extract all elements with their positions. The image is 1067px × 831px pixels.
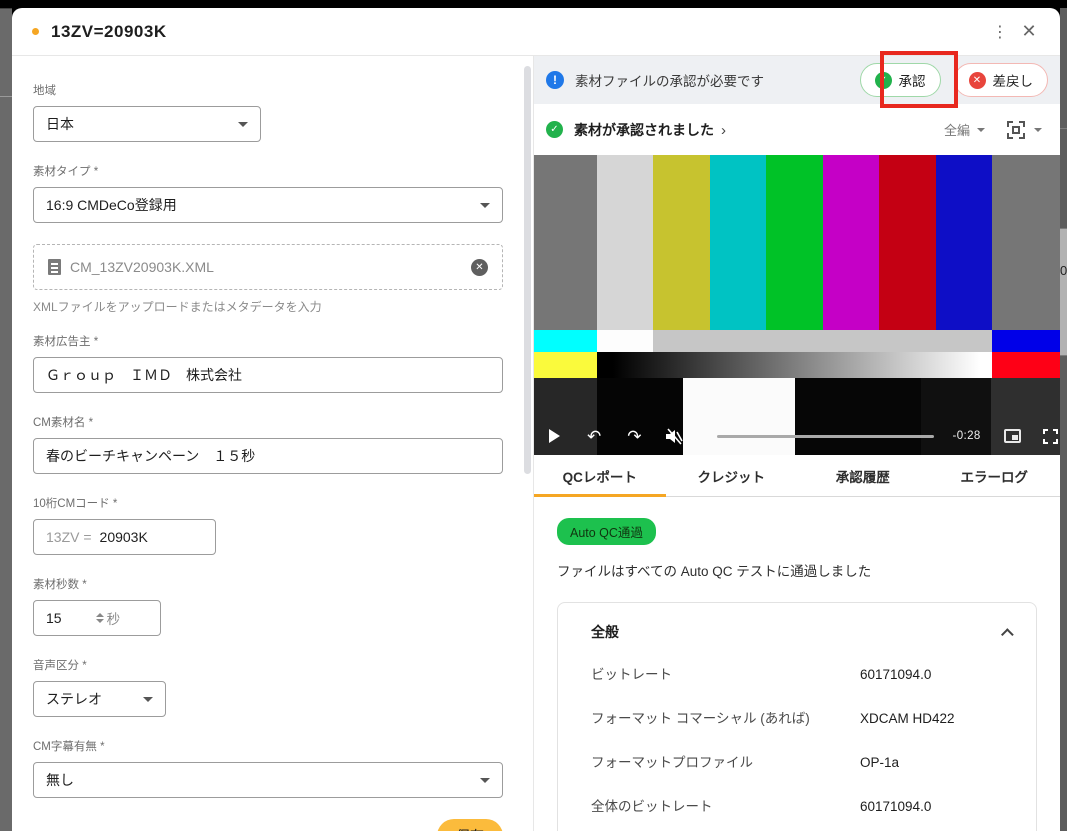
tab-qc-report[interactable]: QCレポート bbox=[534, 455, 666, 496]
approval-notice: 素材ファイルの承認が必要です bbox=[575, 70, 764, 90]
chevron-right-icon: › bbox=[721, 122, 726, 139]
uploaded-file-name: CM_13ZV20903K.XML bbox=[70, 259, 214, 275]
cm-name-label: CM素材名 * bbox=[33, 414, 503, 430]
detail-tabs: QCレポート クレジット 承認履歴 エラーログ bbox=[534, 455, 1060, 497]
info-icon: ! bbox=[546, 71, 564, 89]
tab-credits[interactable]: クレジット bbox=[666, 455, 798, 496]
reject-button[interactable]: ✕ 差戻し bbox=[954, 63, 1049, 97]
collapse-icon[interactable] bbox=[1001, 628, 1014, 641]
audio-type-label: 音声区分 * bbox=[33, 657, 503, 673]
approved-status-row: ✓ 素材が承認されました› 全編 bbox=[534, 104, 1060, 155]
cross-circle-icon: ✕ bbox=[969, 72, 986, 89]
xml-file-dropzone[interactable]: CM_13ZV20903K.XML ✕ bbox=[33, 244, 503, 290]
chevron-down-icon bbox=[143, 697, 153, 702]
undo-icon[interactable]: ↶ bbox=[587, 428, 601, 445]
check-circle-icon: ✓ bbox=[875, 72, 892, 89]
approve-button[interactable]: ✓ 承認 bbox=[860, 63, 941, 97]
stepper-arrows-icon[interactable] bbox=[96, 613, 104, 623]
subtitles-select[interactable]: 無し bbox=[33, 762, 503, 798]
chevron-down-icon bbox=[1034, 128, 1042, 132]
time-remaining: -0:28 bbox=[953, 430, 981, 442]
more-options-icon[interactable]: ⋮ bbox=[986, 22, 1014, 42]
metadata-form-panel: 地域 日本 素材タイプ * 16:9 CMDeCo登録用 CM_13ZV2090… bbox=[12, 56, 533, 831]
qc-pass-badge: Auto QC通過 bbox=[557, 518, 656, 545]
table-row: フォーマットプロファイル OP-1a bbox=[580, 753, 1014, 774]
duration-stepper[interactable]: 15 秒 bbox=[33, 600, 161, 636]
qc-pass-message: ファイルはすべての Auto QC テストに通過しました bbox=[557, 560, 1037, 580]
chevron-down-icon bbox=[480, 778, 490, 783]
dialog-header: 13ZV=20903K ⋮ ✕ bbox=[12, 8, 1060, 56]
table-row: 全体のビットレート 60171094.0 bbox=[580, 797, 1014, 818]
duration-label: 素材秒数 * bbox=[33, 576, 503, 592]
duration-unit: 秒 bbox=[107, 608, 121, 628]
approved-status-link[interactable]: 素材が承認されました› bbox=[574, 120, 726, 140]
advertiser-label: 素材広告主 * bbox=[33, 333, 503, 349]
tab-error-log[interactable]: エラーログ bbox=[929, 455, 1061, 496]
material-type-select[interactable]: 16:9 CMDeCo登録用 bbox=[33, 187, 503, 223]
preview-panel: ! 素材ファイルの承認が必要です ✓ 承認 ✕ 差戻し ✓ 素材が承認されました… bbox=[533, 56, 1060, 831]
chevron-down-icon bbox=[238, 122, 248, 127]
file-helper-text: XMLファイルをアップロードまたはメタデータを入力 bbox=[33, 298, 503, 315]
picture-in-picture-icon[interactable] bbox=[1004, 429, 1021, 443]
cm-code-input[interactable]: 13ZV = 20903K bbox=[33, 519, 216, 555]
subtitles-label: CM字幕有無 * bbox=[33, 738, 503, 754]
check-circle-icon: ✓ bbox=[546, 121, 563, 138]
tab-approval-history[interactable]: 承認履歴 bbox=[797, 455, 929, 496]
cm-code-label: 10桁CMコード * bbox=[33, 495, 503, 511]
redo-icon[interactable]: ↷ bbox=[627, 428, 641, 445]
region-select[interactable]: 日本 bbox=[33, 106, 261, 142]
video-preview[interactable]: ↶ ↷ -0:28 bbox=[534, 155, 1060, 455]
material-type-label: 素材タイプ * bbox=[33, 163, 503, 179]
audio-type-select[interactable]: ステレオ bbox=[33, 681, 166, 717]
close-icon[interactable]: ✕ bbox=[1014, 21, 1044, 42]
dialog-title: 13ZV=20903K bbox=[51, 22, 167, 42]
backdrop-partial-text: 0 bbox=[1060, 263, 1067, 278]
chevron-down-icon bbox=[480, 203, 490, 208]
qc-report-body: Auto QC通過 ファイルはすべての Auto QC テストに通過しました 全… bbox=[534, 497, 1060, 831]
table-row: ビットレート 60171094.0 bbox=[580, 665, 1014, 686]
fullscreen-icon[interactable] bbox=[1043, 429, 1058, 444]
cm-name-input[interactable]: 春のビーチキャンペーン １５秒 bbox=[33, 438, 503, 474]
left-panel-scrollbar[interactable] bbox=[524, 66, 531, 474]
status-dot-icon bbox=[32, 28, 39, 35]
cm-code-prefix: 13ZV = bbox=[46, 529, 92, 545]
table-row: フォーマット コマーシャル (あれば) XDCAM HD422 bbox=[580, 709, 1014, 730]
clip-range-select[interactable]: 全編 bbox=[944, 120, 985, 139]
material-dialog: 13ZV=20903K ⋮ ✕ 地域 日本 素材タイプ * 16:9 CMDeC… bbox=[12, 8, 1060, 831]
remove-file-icon[interactable]: ✕ bbox=[471, 259, 488, 276]
save-button[interactable]: 保存 bbox=[437, 819, 503, 831]
file-icon bbox=[48, 259, 61, 275]
general-info-card: 全般 ビットレート 60171094.0 フォーマット コマーシャル (あれば)… bbox=[557, 602, 1037, 831]
seek-bar[interactable] bbox=[717, 435, 934, 438]
frame-region-icon bbox=[1007, 121, 1025, 139]
video-pattern bbox=[534, 155, 1060, 455]
player-controls: ↶ ↷ -0:28 bbox=[534, 425, 1060, 447]
mute-icon[interactable] bbox=[665, 428, 684, 445]
region-label: 地域 bbox=[33, 82, 503, 98]
play-icon[interactable] bbox=[549, 429, 560, 443]
advertiser-input[interactable]: Ｇｒｏｕｐ ＩＭＤ 株式会社 bbox=[33, 357, 503, 393]
card-title: 全般 bbox=[591, 622, 619, 642]
approval-banner: ! 素材ファイルの承認が必要です ✓ 承認 ✕ 差戻し bbox=[534, 56, 1060, 104]
backdrop-left-strip bbox=[0, 8, 12, 831]
chevron-down-icon bbox=[977, 128, 985, 132]
frame-region-select[interactable] bbox=[1007, 121, 1042, 139]
backdrop-right-strip: 0 bbox=[1060, 8, 1067, 831]
